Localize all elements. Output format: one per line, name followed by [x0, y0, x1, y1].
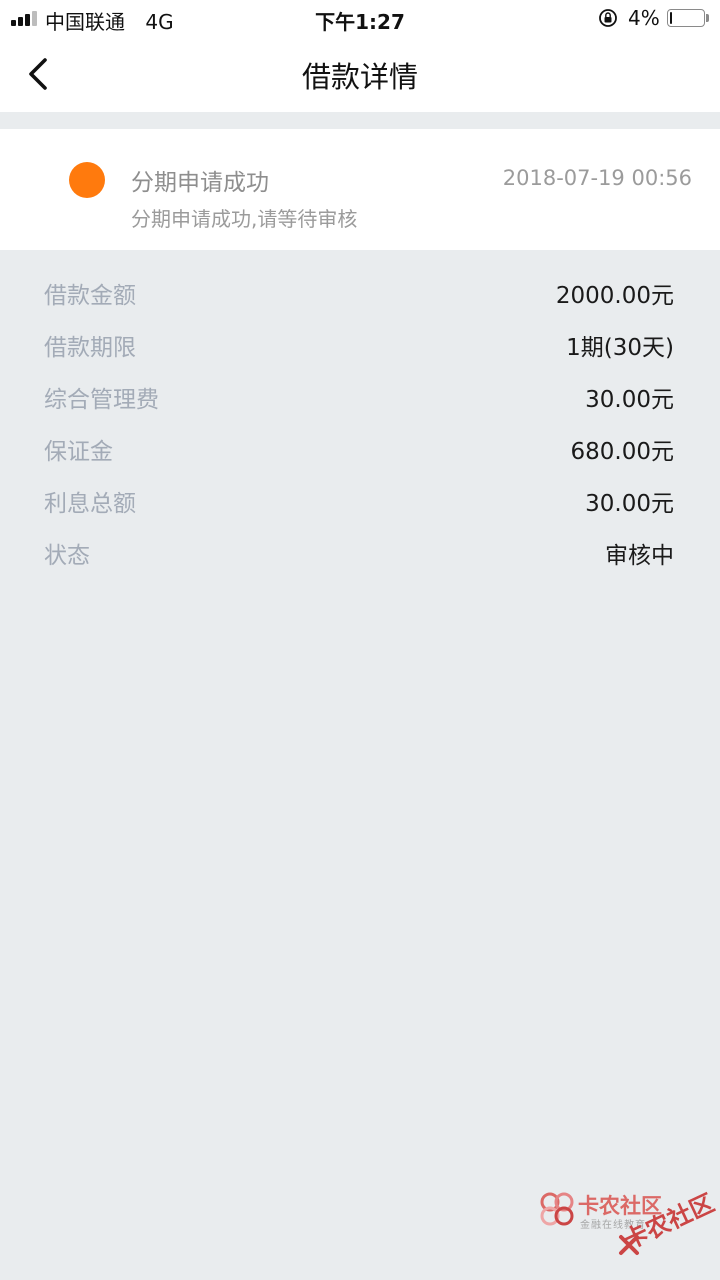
status-timestamp: 2018-07-19 00:56 [502, 166, 692, 190]
battery-percent: 4% [628, 6, 660, 30]
detail-label: 借款金额 [44, 283, 136, 309]
detail-label: 借款期限 [44, 335, 136, 361]
detail-row-interest: 利息总额 30.00元 [0, 484, 720, 536]
watermark-logo-icon [540, 1192, 574, 1226]
detail-value: 680.00元 [570, 439, 674, 465]
detail-row-amount: 借款金额 2000.00元 [0, 276, 720, 328]
detail-value: 1期(30天) [566, 335, 674, 361]
detail-row-term: 借款期限 1期(30天) [0, 328, 720, 380]
detail-value: 审核中 [605, 543, 674, 569]
watermark: 卡农社区 金融在线教育 卡农社区 [538, 1188, 718, 1264]
application-status-card: 分期申请成功 2018-07-19 00:56 分期申请成功,请等待审核 [0, 129, 720, 250]
loan-details-list: 借款金额 2000.00元 借款期限 1期(30天) 综合管理费 30.00元 … [0, 276, 720, 588]
detail-label: 保证金 [44, 439, 113, 465]
detail-row-management-fee: 综合管理费 30.00元 [0, 380, 720, 432]
status-title: 分期申请成功 [131, 170, 269, 196]
status-dot-icon [69, 162, 105, 198]
detail-label: 状态 [44, 543, 90, 569]
rotation-lock-icon [599, 9, 617, 27]
battery-fill [670, 12, 672, 24]
status-description: 分期申请成功,请等待审核 [131, 207, 358, 231]
battery-cap [706, 14, 709, 22]
detail-value: 30.00元 [585, 387, 674, 413]
battery-icon [667, 9, 705, 27]
detail-value: 2000.00元 [555, 283, 674, 309]
detail-row-deposit: 保证金 680.00元 [0, 432, 720, 484]
status-bar: 中国联通 4G 下午1:27 4% [0, 0, 720, 36]
detail-row-status: 状态 审核中 [0, 536, 720, 588]
nav-bar: 借款详情 [0, 36, 720, 112]
detail-label: 利息总额 [44, 491, 136, 517]
detail-value: 30.00元 [585, 491, 674, 517]
page-title: 借款详情 [301, 60, 418, 94]
detail-label: 综合管理费 [44, 387, 159, 413]
